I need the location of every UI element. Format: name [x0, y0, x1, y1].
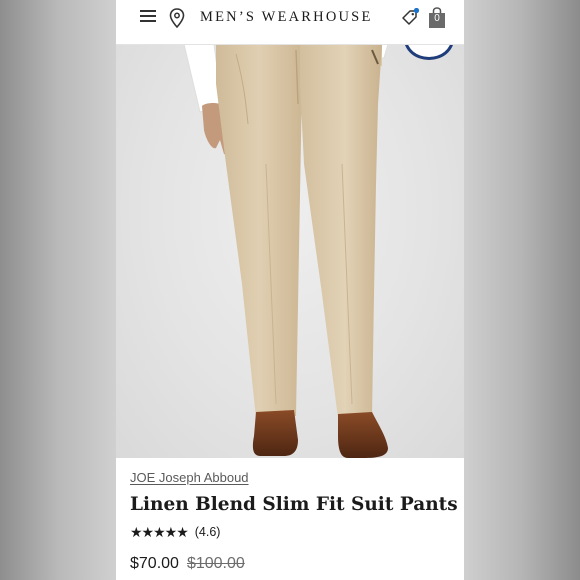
- site-header: MEN’S WEARHOUSE 0: [116, 0, 464, 45]
- product-photo: [183, 44, 389, 458]
- original-price: $100.00: [186, 555, 245, 572]
- location-pin-icon[interactable]: [169, 8, 185, 28]
- rating-value: (4.6): [194, 525, 221, 539]
- menu-icon[interactable]: [140, 10, 156, 24]
- product-brand-link[interactable]: JOE Joseph Abboud: [130, 470, 249, 485]
- bag-count: 0: [434, 13, 440, 24]
- price-row: $70.00 $100.00: [130, 555, 245, 573]
- brand-logo[interactable]: MEN’S WEARHOUSE: [200, 9, 373, 26]
- sale-price: $70.00: [130, 555, 179, 572]
- product-rating[interactable]: ★★★★★ (4.6): [130, 524, 220, 540]
- phone-screen: MEN’S WEARHOUSE 0 JOE Joseph Abboud Line…: [116, 0, 464, 580]
- shopping-bag-icon[interactable]: 0: [428, 7, 446, 29]
- rating-stars: ★★★★★: [130, 523, 189, 540]
- product-image[interactable]: [116, 44, 464, 458]
- tag-icon[interactable]: [400, 8, 420, 28]
- product-title: Linen Blend Slim Fit Suit Pants: [130, 494, 458, 515]
- notification-dot: [413, 8, 420, 14]
